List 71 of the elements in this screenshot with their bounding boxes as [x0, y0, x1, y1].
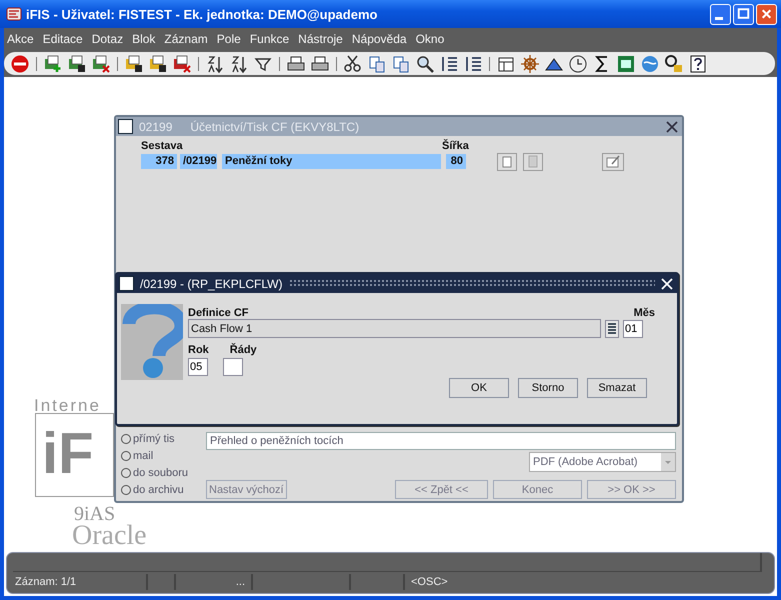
copy-icon[interactable]: [367, 54, 387, 74]
magnifier-icon[interactable]: [415, 54, 435, 74]
output-radio[interactable]: do souboru: [121, 466, 206, 480]
year-field[interactable]: 05: [188, 358, 208, 376]
menu-item[interactable]: Funkce: [250, 32, 290, 46]
report-name-field[interactable]: Peněžní toky: [222, 154, 441, 169]
definition-field[interactable]: Cash Flow 1: [188, 319, 601, 338]
app-icon: [6, 6, 22, 22]
dialog-button[interactable]: Storno: [518, 378, 578, 398]
list-icon[interactable]: [605, 320, 619, 338]
minimize-icon: [715, 16, 723, 20]
status-text: ...: [176, 574, 253, 590]
menu-item[interactable]: Nápověda: [352, 32, 407, 46]
menu-item[interactable]: Nástroje: [298, 32, 343, 46]
output-radio[interactable]: přímý tis: [121, 432, 206, 446]
folder-cross-icon[interactable]: [172, 54, 192, 74]
spreadsheet-icon[interactable]: [616, 54, 636, 74]
field-label: Řády: [230, 344, 257, 356]
report-number-field[interactable]: 378: [141, 154, 177, 169]
logo-caption: Interne: [34, 396, 101, 416]
minimize-button[interactable]: [710, 4, 731, 24]
maximize-button[interactable]: [733, 4, 754, 24]
field-label: Měs: [634, 307, 655, 319]
sort-ascending-icon[interactable]: [205, 54, 225, 74]
stop-sign-icon[interactable]: [10, 54, 30, 74]
mode-indicator: <OSC>: [410, 575, 448, 590]
logo-version: 9iAS: [74, 504, 116, 524]
globe-icon[interactable]: [640, 54, 660, 74]
output-radio[interactable]: do archivu: [121, 483, 206, 497]
report-header-field[interactable]: Přehled o peněžních tocích: [206, 432, 676, 450]
text-document-icon[interactable]: [497, 152, 517, 170]
logo-mark: iF: [41, 422, 95, 486]
clock-icon[interactable]: [568, 54, 588, 74]
default-button[interactable]: Nastav výchozí: [206, 480, 287, 499]
month-field[interactable]: 01: [623, 320, 643, 338]
folder-x-icon[interactable]: [91, 54, 111, 74]
column-label: Sestava: [141, 140, 184, 153]
orders-field[interactable]: [223, 358, 243, 376]
scissors-icon[interactable]: [343, 54, 363, 74]
window-title: Účetnictví/Tisk CF (EKVY8LTC): [190, 120, 360, 134]
report-width-field[interactable]: 80: [446, 154, 466, 169]
output-radio[interactable]: mail: [121, 449, 206, 463]
end-button[interactable]: Konec: [493, 480, 582, 499]
record-count: Záznam: 1/1: [13, 574, 148, 590]
menu-item[interactable]: Editace: [42, 32, 83, 46]
back-button[interactable]: << Zpět <<: [395, 480, 488, 499]
edit-icon[interactable]: [602, 152, 624, 170]
dialog-button[interactable]: Smazat: [587, 378, 647, 398]
menu-item[interactable]: Dotaz: [92, 32, 124, 46]
close-button[interactable]: [756, 4, 777, 24]
dialog-button[interactable]: OK: [449, 378, 509, 398]
logo-vendor: Oracle: [72, 521, 147, 551]
question-mark-icon: [121, 304, 183, 380]
field-label: Definice CF: [188, 307, 249, 319]
sort-descending-icon[interactable]: [229, 54, 249, 74]
menu-item[interactable]: Okno: [416, 32, 444, 46]
window-title: iFIS - Uživatel: FISTEST - Ek. jednotka: DEMO@upademo: [26, 6, 378, 22]
wheel-icon[interactable]: [520, 54, 540, 74]
help-icon[interactable]: [688, 54, 708, 74]
field-label: Rok: [188, 344, 209, 356]
menu-item[interactable]: Pole: [216, 32, 241, 46]
dialog-title: /02199 - (RP_EKPLCFLW): [140, 276, 282, 290]
window-code: 02199: [139, 120, 172, 134]
menu-item[interactable]: Záznam: [164, 32, 208, 46]
report-code-field[interactable]: /02199: [180, 154, 217, 169]
format-dropdown[interactable]: PDF (Adobe Acrobat): [529, 452, 676, 472]
menu-item[interactable]: Akce: [7, 32, 34, 46]
column-label: Šířka: [442, 140, 469, 153]
folder-plus-icon[interactable]: [43, 54, 63, 74]
ok-button[interactable]: >> OK >>: [587, 480, 676, 499]
menu-item[interactable]: Blok: [132, 32, 156, 46]
